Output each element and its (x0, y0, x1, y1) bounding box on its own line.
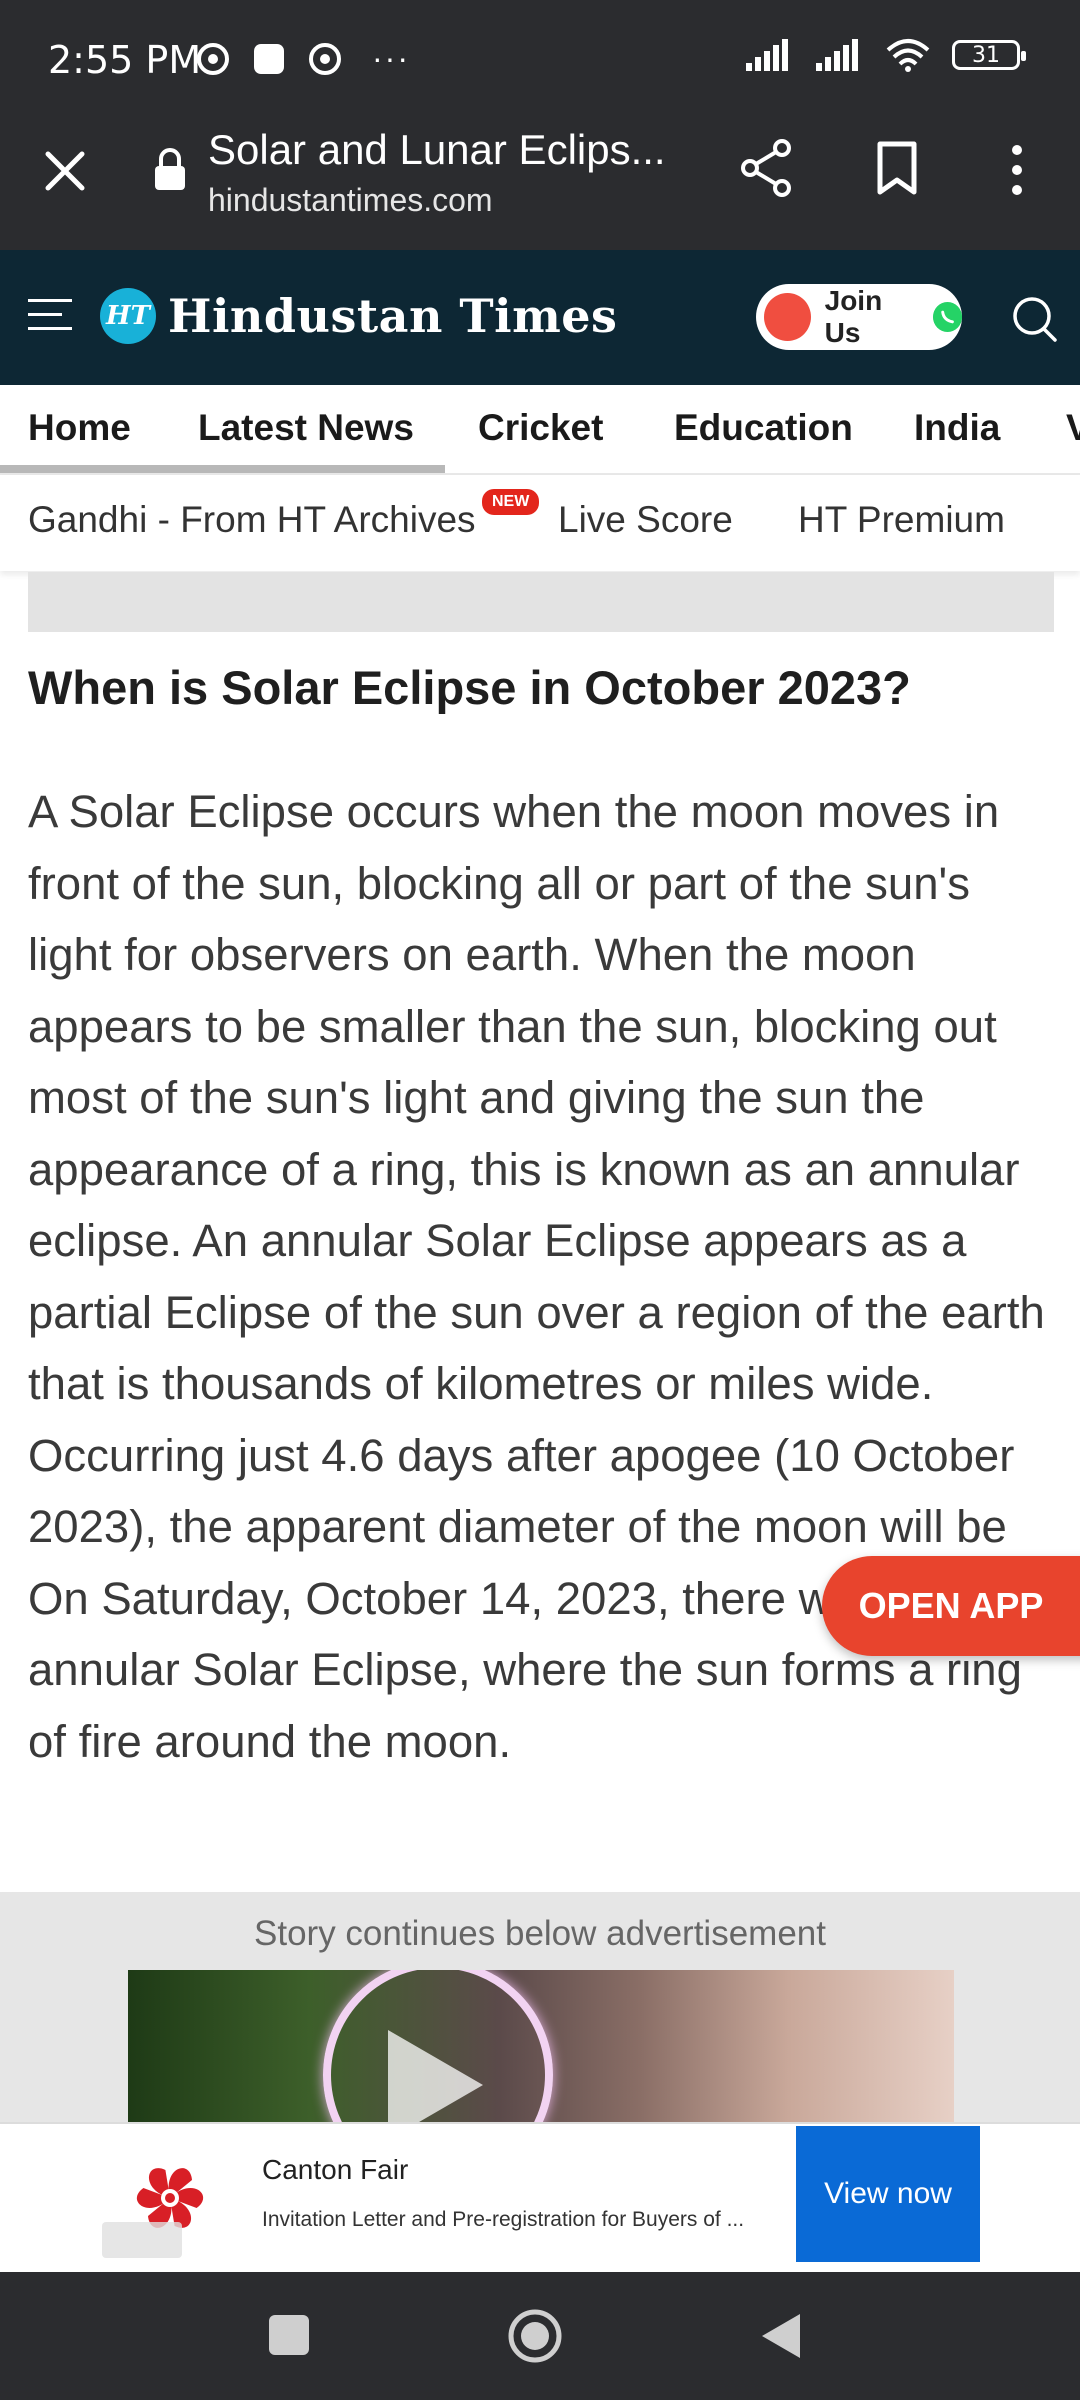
status-bar: 2:55 PM ··· 31 (0, 0, 1080, 110)
battery-level: 31 (972, 42, 1000, 68)
sub-nav-gandhi-archives[interactable]: Gandhi - From HT Archives (28, 499, 476, 541)
system-navigation-bar (0, 2272, 1080, 2400)
view-now-button[interactable]: View now (796, 2126, 980, 2262)
page-url[interactable]: hindustantimes.com (208, 182, 493, 219)
site-header: HT Hindustan Times Join Us (0, 250, 1080, 385)
sub-nav-live-score[interactable]: Live Score (558, 499, 733, 541)
browser-toolbar: Solar and Lunar Eclips... hindustantimes… (0, 110, 1080, 250)
notification-icons: ··· (196, 40, 410, 77)
logo-text: Hindustan Times (168, 289, 618, 343)
sub-nav-ht-premium[interactable]: HT Premium (798, 499, 1005, 541)
system-indicators: 31 (746, 38, 1026, 72)
close-icon[interactable] (40, 146, 90, 196)
home-icon[interactable] (507, 2308, 563, 2364)
logo-mark: HT (100, 288, 156, 344)
tab-education[interactable]: Education (674, 407, 853, 449)
more-notifications-icon: ··· (372, 40, 410, 76)
join-dot-icon (764, 293, 811, 341)
recents-icon[interactable] (268, 2314, 310, 2356)
open-app-button[interactable]: OPEN APP (822, 1556, 1080, 1656)
hamburger-menu-icon[interactable] (28, 297, 72, 333)
tab-latest-news[interactable]: Latest News (198, 407, 414, 449)
status-time: 2:55 PM (48, 38, 202, 82)
site-logo[interactable]: HT Hindustan Times (100, 288, 617, 344)
sub-nav: Gandhi - From HT Archives NEW Live Score… (0, 475, 1080, 571)
bookmark-icon[interactable] (872, 138, 922, 198)
search-icon[interactable] (1010, 294, 1058, 344)
chrome-notification-icon (197, 42, 229, 75)
share-icon[interactable] (738, 138, 794, 198)
section-tabs: Home Latest News Cricket Education India… (0, 385, 1080, 475)
whatsapp-icon (932, 302, 962, 332)
ad-choices-chip[interactable] (102, 2222, 182, 2258)
ad-placeholder (28, 572, 1054, 632)
signal-icon (746, 39, 788, 71)
video-ad[interactable] (128, 1970, 954, 2130)
play-icon[interactable] (388, 2030, 483, 2130)
tab-scroll-indicator (0, 465, 445, 473)
article-heading: When is Solar Eclipse in October 2023? (28, 661, 911, 714)
ad-description: Invitation Letter and Pre-registration f… (262, 2208, 745, 2231)
new-badge: NEW (482, 489, 540, 515)
square-notification-icon (254, 43, 284, 74)
back-icon[interactable] (760, 2312, 802, 2360)
page-title[interactable]: Solar and Lunar Eclips... (208, 126, 666, 174)
ad-advertiser: Canton Fair (262, 2154, 409, 2185)
join-us-button[interactable]: Join Us (756, 284, 962, 350)
banner-ad[interactable]: Canton Fair Invitation Letter and Pre-re… (0, 2122, 1080, 2272)
signal-icon-2 (816, 39, 858, 71)
battery-icon: 31 (952, 40, 1026, 70)
chrome-notification-icon-2 (309, 42, 341, 75)
more-vert-icon[interactable] (1000, 140, 1034, 200)
ad-notice: Story continues below advertisement (254, 1914, 826, 1953)
tab-home[interactable]: Home (28, 407, 131, 449)
tab-partial[interactable]: V (1066, 407, 1080, 449)
lock-icon (155, 148, 185, 190)
tab-cricket[interactable]: Cricket (478, 407, 603, 449)
wifi-icon (886, 39, 930, 72)
join-label: Join Us (824, 285, 883, 348)
tab-india[interactable]: India (914, 407, 1000, 449)
